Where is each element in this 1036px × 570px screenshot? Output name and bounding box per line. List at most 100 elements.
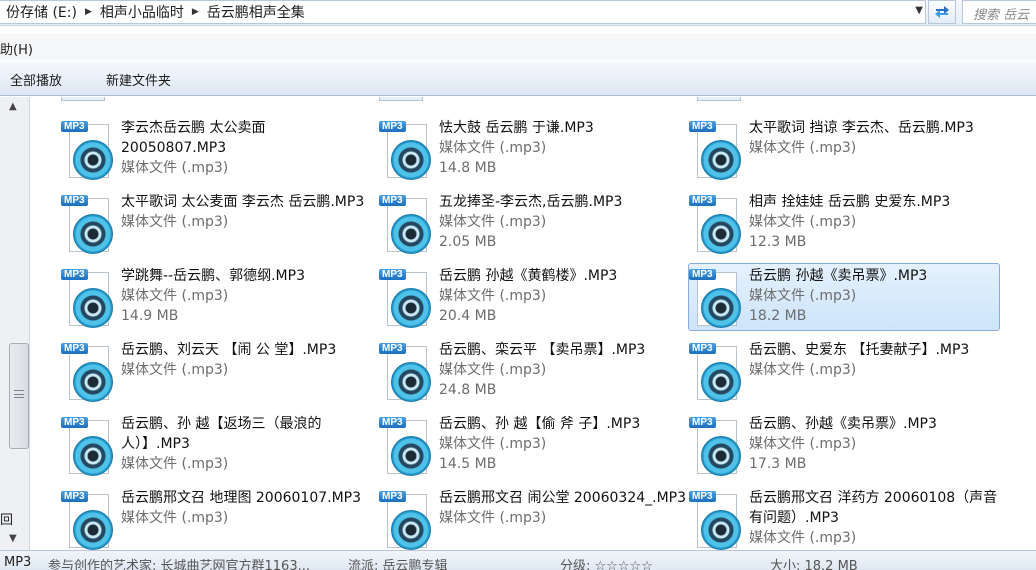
mp3-file-icon: MP3 <box>61 414 117 478</box>
mp3-file-icon: MP3 <box>689 192 745 256</box>
file-name: 岳云鹏、栾云平 【卖吊票】.MP3 <box>439 342 646 358</box>
mp3-file-icon: MP3 <box>689 266 745 330</box>
menu-help[interactable]: 助(H) <box>0 39 33 58</box>
file-list: MP3 李云杰岳云鹏 太公卖面 20050807.MP3 媒体文件 (.mp3) MP… <box>31 97 1036 550</box>
file-type: 媒体文件 (.mp3) <box>439 510 547 526</box>
details-pane: MP3 参与创作的艺术家: 长城曲艺网官方群1163... 流派: 岳云鹏专辑 … <box>0 550 1036 570</box>
file-size: 17.3 MB <box>749 456 807 472</box>
mp3-file-icon: MP3 <box>61 340 117 404</box>
file-name: 五龙捧圣-李云杰,岳云鹏.MP3 <box>439 194 623 210</box>
file-item[interactable]: MP3 岳云鹏、孙 越【返场三（最浪的人）】.MP3 媒体文件 (.mp3) <box>60 411 372 479</box>
breadcrumb-folder[interactable]: 相声小品临时 <box>94 2 190 22</box>
file-item[interactable]: MP3 岳云鹏、孙越《卖吊票》.MP3 媒体文件 (.mp3) 17.3 MB <box>688 411 1000 479</box>
play-all-button[interactable]: 全部播放 <box>10 70 62 89</box>
partial-icon <box>61 97 117 101</box>
file-name: 岳云鹏邢文召 洋药方 20060108（声音有问题）.MP3 <box>749 490 998 526</box>
mp3-file-icon: MP3 <box>61 118 117 182</box>
file-item[interactable]: MP3 学跳舞--岳云鹏、郭德纲.MP3 媒体文件 (.mp3) 14.9 MB <box>60 263 372 331</box>
status-file-type: MP3 <box>4 555 32 570</box>
file-size: 12.3 MB <box>749 234 807 250</box>
file-type: 媒体文件 (.mp3) <box>439 214 547 230</box>
mp3-file-icon: MP3 <box>379 340 435 404</box>
mp3-file-icon: MP3 <box>379 488 435 550</box>
file-name: 岳云鹏、孙越《卖吊票》.MP3 <box>749 416 937 432</box>
file-type: 媒体文件 (.mp3) <box>121 160 229 176</box>
status-size: 大小: 18.2 MB <box>770 559 858 570</box>
mp3-file-icon: MP3 <box>379 266 435 330</box>
file-item[interactable]: MP3 五龙捧圣-李云杰,岳云鹏.MP3 媒体文件 (.mp3) 2.05 MB <box>378 189 690 257</box>
file-name: 太平歌词 挡谅 李云杰、岳云鹏.MP3 <box>749 120 974 136</box>
file-name: 李云杰岳云鹏 太公卖面 20050807.MP3 <box>121 120 266 156</box>
nav-pane-label: 回 <box>0 513 14 528</box>
file-item[interactable]: MP3 岳云鹏、刘云天 【闹 公 堂】.MP3 媒体文件 (.mp3) <box>60 337 372 405</box>
new-folder-button[interactable]: 新建文件夹 <box>106 70 171 89</box>
address-bar[interactable]: 份存储 (E:) ▶ 相声小品临时 ▶ 岳云鹏相声全集 ▼ <box>0 0 926 24</box>
mp3-file-icon: MP3 <box>689 414 745 478</box>
file-item[interactable]: MP3 怯大鼓 岳云鹏 于谦.MP3 媒体文件 (.mp3) 14.8 MB <box>378 115 690 183</box>
file-item[interactable]: MP3 太平歌词 挡谅 李云杰、岳云鹏.MP3 媒体文件 (.mp3) <box>688 115 1000 183</box>
file-item[interactable]: MP3 岳云鹏邢文召 洋药方 20060108（声音有问题）.MP3 媒体文件 (.… <box>688 485 1000 550</box>
file-type: 媒体文件 (.mp3) <box>121 288 229 304</box>
file-type: 媒体文件 (.mp3) <box>121 456 229 472</box>
file-name: 岳云鹏、刘云天 【闹 公 堂】.MP3 <box>121 342 337 358</box>
breadcrumb-arrow-icon[interactable]: ▶ <box>190 7 201 17</box>
status-genre: 流派: 岳云鹏专辑 <box>348 559 448 570</box>
file-size: 14.9 MB <box>121 308 179 324</box>
file-name: 岳云鹏、史爱东 【托妻献子】.MP3 <box>749 342 970 358</box>
file-type: 媒体文件 (.mp3) <box>749 140 857 156</box>
breadcrumb-current[interactable]: 岳云鹏相声全集 <box>201 2 311 22</box>
mp3-file-icon: MP3 <box>689 340 745 404</box>
file-type: 媒体文件 (.mp3) <box>439 140 547 156</box>
file-item[interactable]: MP3 岳云鹏邢文召 地理图 20060107.MP3 媒体文件 (.mp3) <box>60 485 372 550</box>
file-item[interactable]: MP3 李云杰岳云鹏 太公卖面 20050807.MP3 媒体文件 (.mp3) <box>60 115 372 183</box>
mp3-file-icon: MP3 <box>61 192 117 256</box>
menu-bar: 助(H) <box>0 34 1036 60</box>
file-name: 太平歌词 太公麦面 李云杰 岳云鹏.MP3 <box>121 194 365 210</box>
refresh-icon <box>935 6 949 18</box>
partial-icon <box>697 97 753 101</box>
file-type: 媒体文件 (.mp3) <box>121 510 229 526</box>
file-name: 岳云鹏 孙越《黄鹤楼》.MP3 <box>439 268 618 284</box>
mp3-file-icon: MP3 <box>379 192 435 256</box>
file-name: 岳云鹏邢文召 地理图 20060107.MP3 <box>121 490 362 506</box>
mp3-file-icon: MP3 <box>689 118 745 182</box>
file-item[interactable]: MP3 太平歌词 太公麦面 李云杰 岳云鹏.MP3 媒体文件 (.mp3) <box>60 189 372 257</box>
file-type: 媒体文件 (.mp3) <box>439 288 547 304</box>
mp3-file-icon: MP3 <box>689 488 745 550</box>
scroll-up-icon[interactable]: ▲ <box>9 101 17 112</box>
file-item[interactable]: MP3 岳云鹏邢文召 闹公堂 20060324_.MP3 媒体文件 (.mp3) <box>378 485 690 550</box>
file-name: 学跳舞--岳云鹏、郭德纲.MP3 <box>121 268 305 284</box>
file-type: 媒体文件 (.mp3) <box>439 362 547 378</box>
refresh-button[interactable] <box>928 0 956 24</box>
vertical-scrollbar[interactable]: ▲ ▼ <box>0 97 30 550</box>
file-item[interactable]: MP3 岳云鹏、栾云平 【卖吊票】.MP3 媒体文件 (.mp3) 24.8 MB <box>378 337 690 405</box>
file-type: 媒体文件 (.mp3) <box>439 436 547 452</box>
file-size: 20.4 MB <box>439 308 497 324</box>
partial-icon <box>379 97 435 101</box>
file-name: 相声 拴娃娃 岳云鹏 史爱东.MP3 <box>749 194 951 210</box>
address-dropdown-icon[interactable]: ▼ <box>915 5 923 16</box>
mp3-file-icon: MP3 <box>61 488 117 550</box>
search-input[interactable]: 搜索 岳云 <box>962 0 1036 24</box>
file-name: 岳云鹏、孙 越【偷 斧 子】.MP3 <box>439 416 641 432</box>
file-type: 媒体文件 (.mp3) <box>749 530 857 546</box>
breadcrumb-arrow-icon[interactable]: ▶ <box>83 7 94 17</box>
breadcrumb-drive[interactable]: 份存储 (E:) <box>0 2 83 22</box>
file-item[interactable]: MP3 相声 拴娃娃 岳云鹏 史爱东.MP3 媒体文件 (.mp3) 12.3 MB <box>688 189 1000 257</box>
file-item[interactable]: MP3 岳云鹏 孙越《黄鹤楼》.MP3 媒体文件 (.mp3) 20.4 MB <box>378 263 690 331</box>
scroll-thumb[interactable] <box>9 343 29 449</box>
file-type: 媒体文件 (.mp3) <box>749 436 857 452</box>
file-name: 岳云鹏、孙 越【返场三（最浪的人）】.MP3 <box>121 416 322 452</box>
file-item[interactable]: MP3 岳云鹏、史爱东 【托妻献子】.MP3 媒体文件 (.mp3) <box>688 337 1000 405</box>
file-item[interactable]: MP3 岳云鹏 孙越《卖吊票》.MP3 媒体文件 (.mp3) 18.2 MB <box>688 263 1000 331</box>
status-rating[interactable]: 分级: ☆☆☆☆☆ <box>560 555 653 570</box>
file-item[interactable]: MP3 岳云鹏、孙 越【偷 斧 子】.MP3 媒体文件 (.mp3) 14.5 MB <box>378 411 690 479</box>
scroll-down-icon[interactable]: ▼ <box>9 533 17 544</box>
mp3-file-icon: MP3 <box>379 118 435 182</box>
file-name: 怯大鼓 岳云鹏 于谦.MP3 <box>439 120 594 136</box>
file-type: 媒体文件 (.mp3) <box>749 214 857 230</box>
mp3-file-icon: MP3 <box>61 266 117 330</box>
file-type: 媒体文件 (.mp3) <box>749 288 857 304</box>
file-size: 24.8 MB <box>439 382 497 398</box>
address-row: 份存储 (E:) ▶ 相声小品临时 ▶ 岳云鹏相声全集 ▼ 搜索 岳云 <box>0 0 1036 26</box>
